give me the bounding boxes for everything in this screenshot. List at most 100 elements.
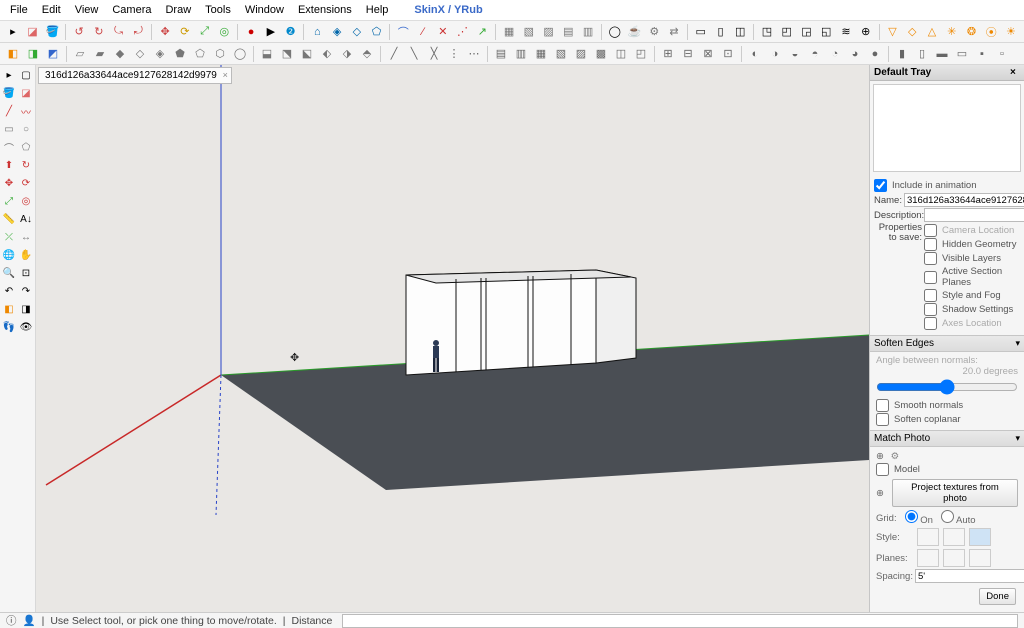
menu-window[interactable]: Window (239, 2, 290, 18)
face5-icon[interactable]: ▨ (572, 45, 590, 63)
menu-tools[interactable]: Tools (199, 2, 237, 18)
win1-icon[interactable]: ▭ (692, 23, 710, 41)
rect-tool-icon[interactable]: ▭ (1, 121, 17, 137)
ext4-icon[interactable]: ◓ (806, 45, 824, 63)
view4-icon[interactable]: ⊡ (719, 45, 737, 63)
sketch1-icon[interactable]: ▽ (884, 23, 902, 41)
menu-edit[interactable]: Edit (36, 2, 67, 18)
swap-icon[interactable]: ⇄ (665, 23, 683, 41)
box-blue-icon[interactable]: ◩ (44, 45, 62, 63)
arc-tool-icon[interactable]: ⌒ (1, 139, 17, 155)
win2-icon[interactable]: ▯ (712, 23, 730, 41)
eraser-icon[interactable]: ◪ (24, 23, 42, 41)
style-swatch-2[interactable] (943, 528, 965, 546)
shape8-icon[interactable]: ⬡ (211, 45, 229, 63)
smooth-normals-checkbox[interactable] (876, 399, 889, 412)
prev-tool-icon[interactable]: ↶ (1, 283, 17, 299)
face7-icon[interactable]: ◫ (612, 45, 630, 63)
component-tool-icon[interactable]: ▢ (18, 67, 34, 83)
shape1-icon[interactable]: ▱ (71, 45, 89, 63)
teapot-icon[interactable]: ☕ (626, 23, 644, 41)
edge5-icon[interactable]: ⋯ (465, 45, 483, 63)
shape6-icon[interactable]: ⬟ (171, 45, 189, 63)
grid-on-radio[interactable] (905, 510, 918, 523)
import5-icon[interactable]: ⬗ (338, 45, 356, 63)
model-checkbox[interactable] (876, 463, 889, 476)
face3-icon[interactable]: ▦ (532, 45, 550, 63)
sketch7-icon[interactable]: ☀ (1002, 23, 1020, 41)
edge1-icon[interactable]: ╱ (385, 45, 403, 63)
comp1-icon[interactable]: ▦ (500, 23, 518, 41)
cube4-icon[interactable]: ◱ (817, 23, 835, 41)
pan-tool-icon[interactable]: ✋ (18, 247, 34, 263)
render5-icon[interactable]: ▪ (973, 45, 991, 63)
view2-icon[interactable]: ⊟ (679, 45, 697, 63)
angle-slider[interactable] (876, 379, 1018, 395)
scale-tool-icon[interactable]: ⤢ (1, 193, 17, 209)
shape7-icon[interactable]: ⬠ (191, 45, 209, 63)
circle-check-icon[interactable]: ◯ (606, 23, 624, 41)
line-tool-icon[interactable]: ╱ (1, 103, 17, 119)
dim-tool-icon[interactable]: ↔ (18, 229, 34, 245)
paint-tool-icon[interactable]: 🪣 (1, 85, 17, 101)
import1-icon[interactable]: ⬓ (258, 45, 276, 63)
planes-swatch-3[interactable] (969, 549, 991, 567)
ext3-icon[interactable]: ◒ (786, 45, 804, 63)
orbit-tool-icon[interactable]: 🌐 (1, 247, 17, 263)
sketch2-icon[interactable]: ◇ (903, 23, 921, 41)
select-tool-icon[interactable]: ▸ (1, 67, 17, 83)
import3-icon[interactable]: ⬕ (298, 45, 316, 63)
style-swatch-3[interactable] (969, 528, 991, 546)
menu-camera[interactable]: Camera (106, 2, 157, 18)
menu-view[interactable]: View (69, 2, 105, 18)
face4-icon[interactable]: ▧ (552, 45, 570, 63)
circle-tool-icon[interactable]: ○ (18, 121, 34, 137)
line4-icon[interactable]: ↗ (473, 23, 491, 41)
check-hidden-geometry[interactable] (924, 238, 937, 251)
menu-draw[interactable]: Draw (159, 2, 197, 18)
ext5-icon[interactable]: ◔ (826, 45, 844, 63)
gear1-icon[interactable]: ⚙ (645, 23, 663, 41)
render2-icon[interactable]: ▯ (913, 45, 931, 63)
next-tool-icon[interactable]: ↷ (18, 283, 34, 299)
plugin1-icon[interactable]: ❷ (282, 23, 300, 41)
axes-tool-icon[interactable]: ⤫ (1, 229, 17, 245)
win3-icon[interactable]: ◫ (731, 23, 749, 41)
ext2-icon[interactable]: ◑ (766, 45, 784, 63)
project-textures-button[interactable]: Project textures from photo (892, 479, 1018, 507)
select-icon[interactable]: ▸ (4, 23, 22, 41)
check-style-fog[interactable] (924, 289, 937, 302)
cam4-icon[interactable]: ⬠ (368, 23, 386, 41)
render4-icon[interactable]: ▭ (953, 45, 971, 63)
view1-icon[interactable]: ⊞ (659, 45, 677, 63)
soften-coplanar-checkbox[interactable] (876, 413, 889, 426)
box-orange-icon[interactable]: ◧ (4, 45, 22, 63)
sketch6-icon[interactable]: ⦿ (982, 23, 1000, 41)
brush2-icon[interactable]: ↻ (90, 23, 108, 41)
tray-header[interactable]: Default Tray × (870, 65, 1024, 81)
arc1-icon[interactable]: ⌒ (394, 23, 412, 41)
move-icon[interactable]: ✥ (156, 23, 174, 41)
cam3-icon[interactable]: ◇ (348, 23, 366, 41)
record-icon[interactable]: ● (242, 23, 260, 41)
face1-icon[interactable]: ▤ (492, 45, 510, 63)
zoom-tool-icon[interactable]: 🔍 (1, 265, 17, 281)
ext1-icon[interactable]: ◐ (746, 45, 764, 63)
offset-icon[interactable]: ◎ (215, 23, 233, 41)
scene-name-input[interactable] (904, 193, 1024, 207)
planes-swatch-1[interactable] (917, 549, 939, 567)
look-tool-icon[interactable]: 👁 (18, 319, 34, 335)
cam1-icon[interactable]: ⌂ (308, 23, 326, 41)
grid-auto-radio[interactable] (941, 510, 954, 523)
spacing-input[interactable] (915, 569, 1024, 583)
check-active-section[interactable] (924, 271, 937, 284)
text-tool-icon[interactable]: A↓ (18, 211, 34, 227)
line3-icon[interactable]: ⋰ (454, 23, 472, 41)
pushpull-tool-icon[interactable]: ⬆ (1, 157, 17, 173)
menu-file[interactable]: File (4, 2, 34, 18)
eraser-tool-icon[interactable]: ◪ (18, 85, 34, 101)
sketch4-icon[interactable]: ✳ (943, 23, 961, 41)
done-button[interactable]: Done (979, 588, 1016, 605)
sketch5-icon[interactable]: ❂ (963, 23, 981, 41)
check-axes-location[interactable] (924, 317, 937, 330)
